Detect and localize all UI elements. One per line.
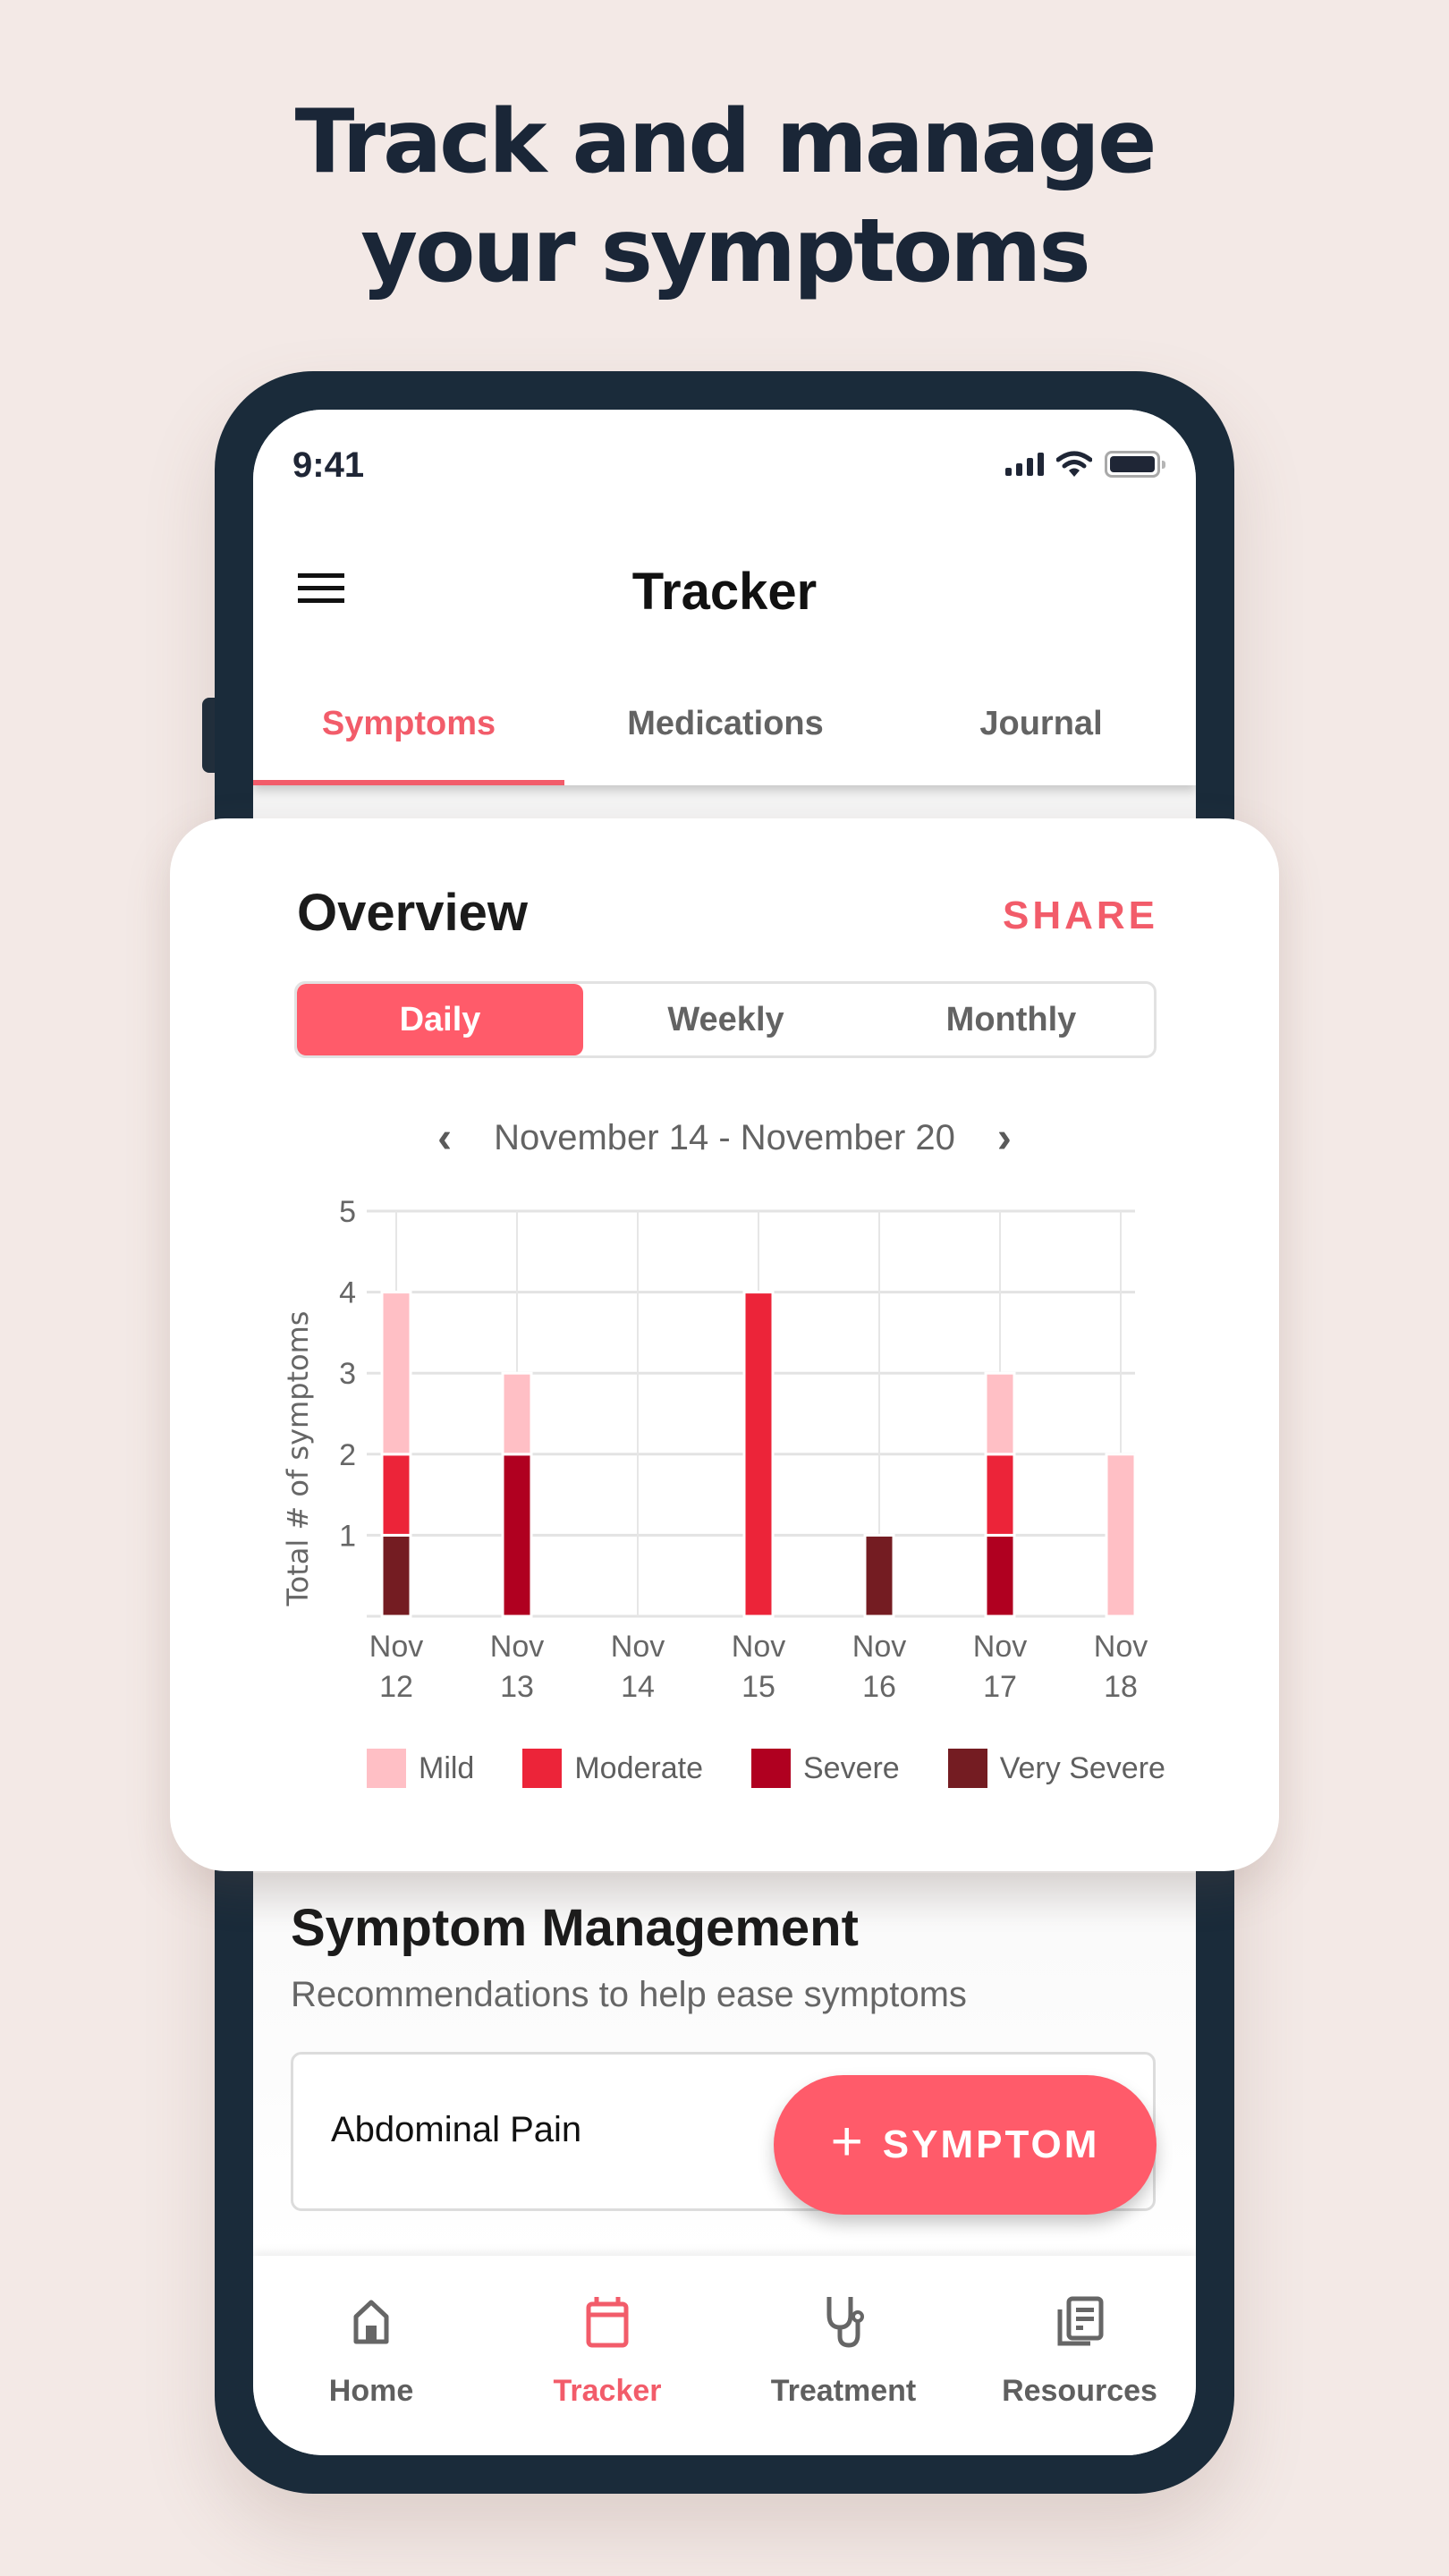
x-tick-label-month: Nov	[490, 1630, 544, 1664]
x-tick-label-day: 17	[983, 1670, 1017, 1704]
legend-label: Mild	[419, 1750, 475, 1785]
nav-label-tracker: Tracker	[553, 2374, 662, 2408]
calendar-icon	[586, 2297, 629, 2348]
tab-medications[interactable]: Medications	[564, 694, 886, 785]
nav-label-home: Home	[328, 2374, 414, 2408]
bar-segment-mild	[380, 1291, 412, 1456]
signal-icon	[1005, 453, 1044, 476]
overview-card: Overview SHARE Daily Weekly Monthly ‹ No…	[170, 818, 1279, 1871]
x-tick-label-day: 12	[379, 1670, 413, 1704]
legend-item-severe: Severe	[750, 1749, 900, 1788]
x-tick-label-month: Nov	[369, 1630, 423, 1664]
legend-label: Very Severe	[999, 1750, 1165, 1785]
nav-item-home[interactable]: Home	[253, 2256, 489, 2455]
tab-journal[interactable]: Journal	[886, 694, 1196, 785]
x-tick-label-day: 13	[500, 1670, 534, 1704]
y-tick-label: 4	[339, 1276, 356, 1310]
bar-segment-mild	[1105, 1453, 1137, 1618]
symptom-management-title: Symptom Management	[291, 1899, 859, 1957]
x-tick-label-day: 15	[741, 1670, 775, 1704]
legend-swatch	[367, 1749, 406, 1788]
bar-segment-moderate	[742, 1291, 775, 1618]
nav-item-tracker[interactable]: Tracker	[489, 2256, 725, 2455]
symptom-management-subtitle: Recommendations to help ease symptoms	[291, 1975, 967, 2014]
y-tick-label: 5	[339, 1195, 356, 1229]
nav-item-resources[interactable]: Resources	[962, 2256, 1196, 2455]
bar-segment-very-severe	[863, 1533, 895, 1618]
headline-line-2: your symptoms	[360, 200, 1091, 302]
wifi-icon	[1056, 451, 1092, 477]
battery-icon	[1105, 451, 1165, 478]
headline-line-1: Track and manage	[294, 91, 1157, 193]
bar-segment-moderate	[984, 1453, 1016, 1537]
symptom-chart: 12345Total # of symptomsNov12Nov13Nov14N…	[281, 1195, 1148, 1704]
legend-swatch	[522, 1749, 563, 1788]
x-tick-label-month: Nov	[732, 1630, 785, 1664]
chart-legend: Mild Moderate Severe Very Severe	[367, 1749, 1165, 1788]
add-symptom-button[interactable]: + SYMPTOM	[774, 2075, 1157, 2215]
y-tick-label: 2	[339, 1438, 356, 1472]
nav-item-treatment[interactable]: Treatment	[725, 2256, 962, 2455]
legend-label: Severe	[802, 1750, 900, 1785]
documents-icon	[1057, 2296, 1104, 2346]
bottom-navigation: Home Tracker Treatment Resources	[253, 2256, 1196, 2455]
x-tick-label-day: 18	[1104, 1670, 1138, 1704]
app-title: Tracker	[631, 563, 818, 621]
plus-icon: +	[830, 2111, 863, 2173]
tab-symptoms[interactable]: Symptoms	[253, 694, 564, 785]
nav-label-resources: Resources	[1002, 2374, 1157, 2408]
x-tick-label-day: 14	[621, 1670, 655, 1704]
bar-segment-moderate	[380, 1453, 412, 1537]
tab-bar: Symptoms Medications Journal	[253, 694, 1196, 785]
legend-label: Moderate	[574, 1750, 703, 1785]
y-tick-label: 1	[339, 1519, 356, 1553]
bar-segment-severe	[984, 1533, 1016, 1618]
add-symptom-label: SYMPTOM	[882, 2123, 1100, 2166]
x-tick-label-day: 16	[862, 1670, 896, 1704]
bar-segment-severe	[501, 1453, 533, 1618]
legend-swatch	[750, 1749, 791, 1788]
x-tick-label-month: Nov	[1094, 1630, 1148, 1664]
x-tick-label-month: Nov	[852, 1630, 906, 1664]
app-header: 9:41 Tracker Symptoms Medications Journa…	[253, 410, 1196, 785]
status-icons	[1005, 451, 1165, 478]
y-tick-label: 3	[339, 1357, 356, 1391]
legend-swatch	[947, 1749, 987, 1788]
status-time: 9:41	[292, 445, 365, 485]
x-tick-label-month: Nov	[973, 1630, 1027, 1664]
headline: Track and manage your symptoms	[0, 88, 1449, 306]
legend-item-mild: Mild	[367, 1749, 474, 1788]
bar-segment-mild	[501, 1371, 533, 1456]
y-axis-label: Total # of symptoms	[281, 1311, 315, 1607]
legend-item-moderate: Moderate	[522, 1749, 703, 1788]
legend-item-very-severe: Very Severe	[947, 1749, 1165, 1788]
bar-segment-mild	[984, 1371, 1016, 1456]
home-icon	[353, 2300, 389, 2344]
symptom-card-label: Abdominal Pain	[331, 2110, 582, 2149]
nav-label-treatment: Treatment	[770, 2374, 917, 2408]
bar-segment-very-severe	[380, 1533, 412, 1618]
x-tick-label-month: Nov	[611, 1630, 665, 1664]
stethoscope-icon	[826, 2297, 864, 2348]
